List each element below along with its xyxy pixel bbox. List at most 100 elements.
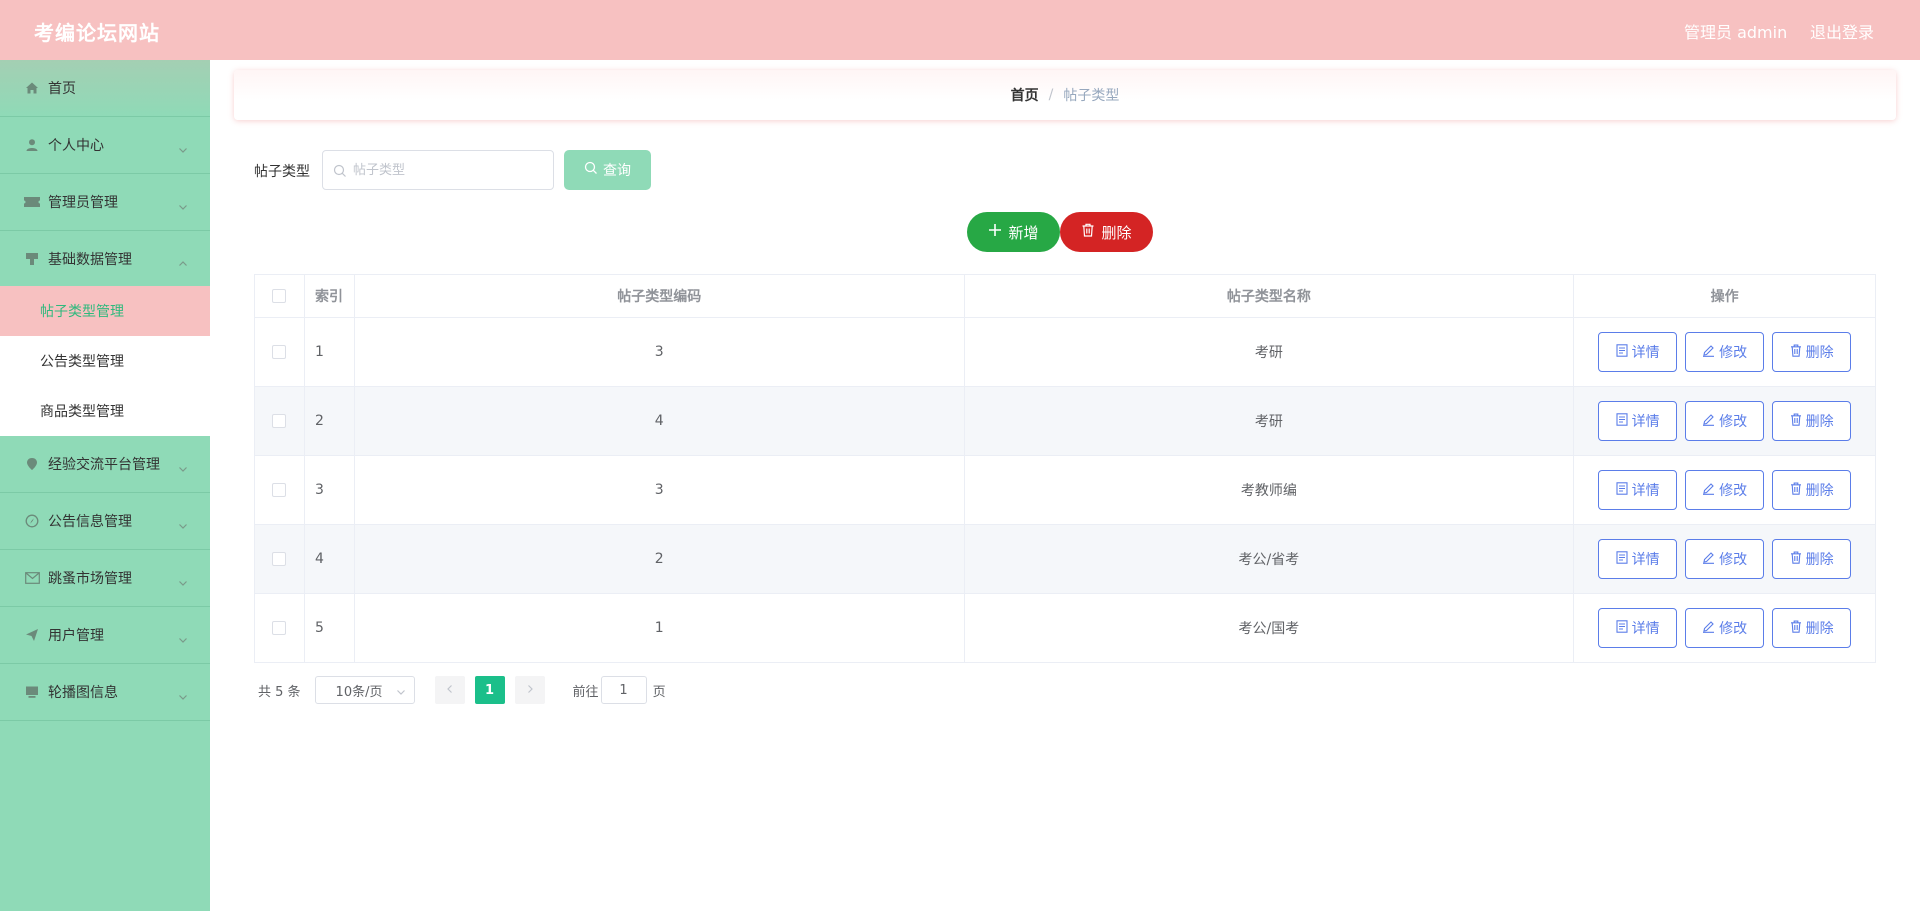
search-icon	[333, 163, 347, 177]
detail-button[interactable]: 详情	[1598, 470, 1678, 510]
delete-button[interactable]: 删除	[1772, 470, 1852, 510]
sidebar-subitem-goods-type[interactable]: 商品类型管理	[0, 386, 210, 436]
sidebar-item-experience-platform[interactable]: 经验交流平台管理	[0, 436, 210, 493]
row-checkbox[interactable]	[272, 345, 287, 359]
sidebar-item-notice-info[interactable]: 公告信息管理	[0, 493, 210, 550]
breadcrumb-current: 帖子类型	[1063, 88, 1120, 104]
edit-label: 修改	[1719, 414, 1748, 430]
row-checkbox[interactable]	[272, 552, 287, 566]
goto-page-input[interactable]: 1	[600, 676, 647, 704]
document-icon	[1616, 412, 1628, 430]
row-index: 2	[304, 387, 355, 456]
sidebar-subitem-post-type[interactable]: 帖子类型管理	[0, 286, 210, 336]
sidebar-subitem-label: 公告类型管理	[40, 354, 124, 370]
sidebar-subitem-label: 帖子类型管理	[40, 304, 124, 320]
row-checkbox[interactable]	[272, 621, 287, 635]
basic-data-submenu: 帖子类型管理 公告类型管理 商品类型管理	[0, 286, 210, 436]
header-check-cell	[255, 275, 305, 318]
next-page-button[interactable]	[514, 676, 545, 704]
edit-button[interactable]: 修改	[1685, 539, 1765, 579]
delete-button[interactable]: 删除	[1772, 332, 1852, 372]
sidebar-item-home[interactable]: 首页	[0, 60, 210, 117]
logout-link[interactable]: 退出登录	[1810, 19, 1874, 43]
detail-label: 详情	[1631, 345, 1660, 361]
edit-icon	[1702, 344, 1715, 361]
chevron-down-icon	[178, 687, 188, 700]
row-ops: 详情 修改 删除	[1574, 387, 1876, 456]
batch-delete-button[interactable]: 删除	[1060, 212, 1153, 252]
sidebar-item-flea-market[interactable]: 跳蚤市场管理	[0, 550, 210, 607]
detail-button[interactable]: 详情	[1598, 401, 1678, 441]
goto-label: 前往	[572, 684, 599, 700]
row-check-cell	[255, 387, 305, 456]
trash-icon	[1790, 551, 1802, 568]
prev-page-button[interactable]	[434, 676, 465, 704]
chevron-down-icon	[178, 630, 188, 643]
delete-button[interactable]: 删除	[1772, 401, 1852, 441]
edit-button[interactable]: 修改	[1685, 401, 1765, 441]
document-icon	[1616, 481, 1628, 499]
stamp-icon	[24, 251, 40, 267]
sidebar-item-carousel-info[interactable]: 轮播图信息	[0, 664, 210, 721]
query-button[interactable]: 查询	[564, 150, 651, 190]
sidebar-item-label: 个人中心	[48, 138, 104, 154]
table-row: 2 4 考研 详情 修改 删除	[255, 387, 1876, 456]
trash-icon	[1790, 620, 1802, 637]
page-size-select[interactable]: 10条/页	[314, 676, 415, 704]
header-ops: 操作	[1574, 275, 1876, 318]
detail-button[interactable]: 详情	[1598, 332, 1678, 372]
trash-icon	[1081, 223, 1095, 241]
table-row: 4 2 考公/省考 详情 修改 删除	[255, 525, 1876, 594]
chevron-down-icon	[178, 459, 188, 472]
delete-label: 删除	[1805, 414, 1834, 430]
sidebar-subitem-notice-type[interactable]: 公告类型管理	[0, 336, 210, 386]
delete-button[interactable]: 删除	[1772, 539, 1852, 579]
breadcrumb: 首页 / 帖子类型	[234, 70, 1896, 120]
page-number-button[interactable]: 1	[474, 676, 505, 704]
select-all-checkbox[interactable]	[272, 289, 287, 303]
trash-icon	[1790, 344, 1802, 361]
send-icon	[24, 627, 40, 643]
user-icon	[24, 137, 40, 153]
trash-icon	[1790, 482, 1802, 499]
delete-label: 删除	[1805, 552, 1834, 568]
top-header: 考编论坛网站 管理员 admin 退出登录	[0, 0, 1920, 60]
plus-icon	[988, 223, 1002, 241]
row-index: 1	[304, 318, 355, 387]
detail-label: 详情	[1631, 621, 1660, 637]
row-checkbox[interactable]	[272, 414, 287, 428]
chevron-left-icon	[445, 683, 455, 698]
sidebar-item-user-management[interactable]: 用户管理	[0, 607, 210, 664]
sidebar-item-basic-data[interactable]: 基础数据管理	[0, 231, 210, 288]
detail-button[interactable]: 详情	[1598, 608, 1678, 648]
edit-label: 修改	[1719, 483, 1748, 499]
edit-icon	[1702, 413, 1715, 430]
row-ops: 详情 修改 删除	[1574, 525, 1876, 594]
chevron-down-icon	[178, 516, 188, 529]
sidebar-item-admin-management[interactable]: 管理员管理	[0, 174, 210, 231]
edit-button[interactable]: 修改	[1685, 332, 1765, 372]
add-button[interactable]: 新增	[967, 212, 1060, 252]
row-code: 3	[354, 456, 965, 525]
sidebar-item-label: 跳蚤市场管理	[48, 571, 132, 587]
location-icon	[24, 456, 40, 472]
detail-button[interactable]: 详情	[1598, 539, 1678, 579]
row-checkbox[interactable]	[272, 483, 287, 497]
trash-icon	[1790, 413, 1802, 430]
search-input[interactable]	[353, 152, 548, 188]
edit-button[interactable]: 修改	[1685, 608, 1765, 648]
sidebar-item-personal-center[interactable]: 个人中心	[0, 117, 210, 174]
admin-label: 管理员 admin	[1684, 23, 1788, 42]
table-row: 3 3 考教师编 详情 修改 删除	[255, 456, 1876, 525]
chevron-down-icon	[178, 573, 188, 586]
sidebar-item-label: 公告信息管理	[48, 514, 132, 530]
delete-button[interactable]: 删除	[1772, 608, 1852, 648]
compass-icon	[24, 513, 40, 529]
sidebar-subitem-label: 商品类型管理	[40, 404, 124, 420]
document-icon	[1616, 619, 1628, 637]
home-icon	[24, 80, 40, 96]
breadcrumb-home[interactable]: 首页	[1011, 85, 1039, 105]
pagination-total: 共 5 条	[258, 684, 301, 700]
header-name: 帖子类型名称	[964, 275, 1575, 318]
edit-button[interactable]: 修改	[1685, 470, 1765, 510]
